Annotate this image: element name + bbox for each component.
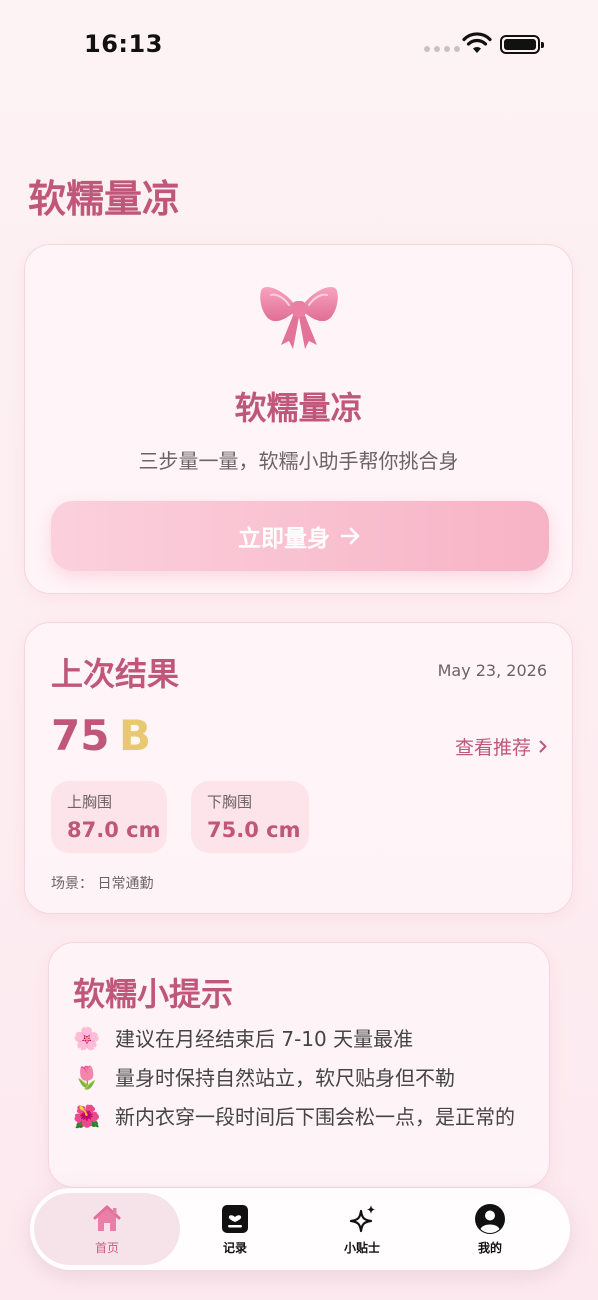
hibiscus-icon: 🌺 [73,1105,101,1130]
view-recommendations-link[interactable]: 查看推荐 [455,733,547,760]
tab-record[interactable]: 记录 [185,1188,285,1270]
ribbon-bow-icon [259,286,338,349]
tip-text: 量身时保持自然站立，软尺贴身但不勒 [115,1066,455,1090]
tip-text: 建议在月经结束后 7-10 天量最准 [115,1027,414,1051]
hero-card: 软糯量凉 三步量一量，软糯小助手帮你挑合身 立即量身 [24,244,573,594]
hero-subtitle: 三步量一量，软糯小助手帮你挑合身 [138,449,459,473]
tab-tips[interactable]: 小贴士 [312,1188,412,1270]
last-result-card: 上次结果 May 23, 2026 75 B 查看推荐 上胸围 87.0 cm … [24,622,573,914]
view-recommendations-label: 查看推荐 [454,737,531,759]
tip-text: 新内衣穿一段时间后下围会松一点，是正常的 [115,1105,515,1129]
tab-home[interactable]: 首页 [34,1193,180,1265]
upper-bust-label: 上胸围 [67,793,113,811]
tips-list: 🌸 建议在月经结束后 7-10 天量最准 🌷 量身时保持自然站立，软尺贴身但不勒… [73,1025,533,1142]
lower-bust-chip: 下胸围 75.0 cm [191,781,309,853]
tip-item: 🌸 建议在月经结束后 7-10 天量最准 [73,1025,533,1054]
tips-title: 软糯小提示 [73,975,234,1013]
tab-bar: 首页 记录 小贴士 我的 [30,1188,570,1270]
tip-item: 🌺 新内衣穿一段时间后下围会松一点，是正常的 [73,1103,533,1132]
status-time: 16:13 [84,30,163,58]
tab-tips-label: 小贴士 [343,1240,380,1255]
last-result-title: 上次结果 [51,655,180,693]
home-icon [93,1205,121,1231]
wifi-icon [462,32,492,53]
upper-bust-value: 87.0 cm [67,818,161,842]
last-result-date: May 23, 2026 [437,661,547,680]
tab-me[interactable]: 我的 [440,1188,540,1270]
battery-icon [500,35,544,54]
status-bar: 16:13 [0,0,598,90]
arrow-right-icon [340,527,360,545]
page-title: 软糯量凉 [28,177,181,221]
profile-icon [475,1203,505,1234]
tips-card: 软糯小提示 🌸 建议在月经结束后 7-10 天量最准 🌷 量身时保持自然站立，软… [48,942,550,1188]
cherry-blossom-icon: 🌸 [73,1027,101,1052]
tip-item: 🌷 量身时保持自然站立，软尺贴身但不勒 [73,1064,533,1093]
lower-bust-label: 下胸围 [207,793,253,811]
scene-text: 场景： 日常通勤 [51,876,154,892]
tab-record-label: 记录 [222,1240,247,1255]
size-cup: B [119,711,152,760]
measure-now-button[interactable]: 立即量身 [51,501,549,571]
chevron-right-icon [539,740,547,753]
record-book-icon [222,1204,248,1233]
tulip-icon: 🌷 [73,1066,101,1091]
lower-bust-value: 75.0 cm [207,818,301,842]
tab-home-label: 首页 [94,1240,119,1255]
hero-title: 软糯量凉 [234,389,363,427]
measure-now-label: 立即量身 [238,526,330,552]
tab-me-label: 我的 [477,1240,502,1255]
sparkles-icon [349,1204,375,1232]
upper-bust-chip: 上胸围 87.0 cm [51,781,167,853]
signal-icon [424,46,460,52]
size-band: 75 [51,711,110,760]
